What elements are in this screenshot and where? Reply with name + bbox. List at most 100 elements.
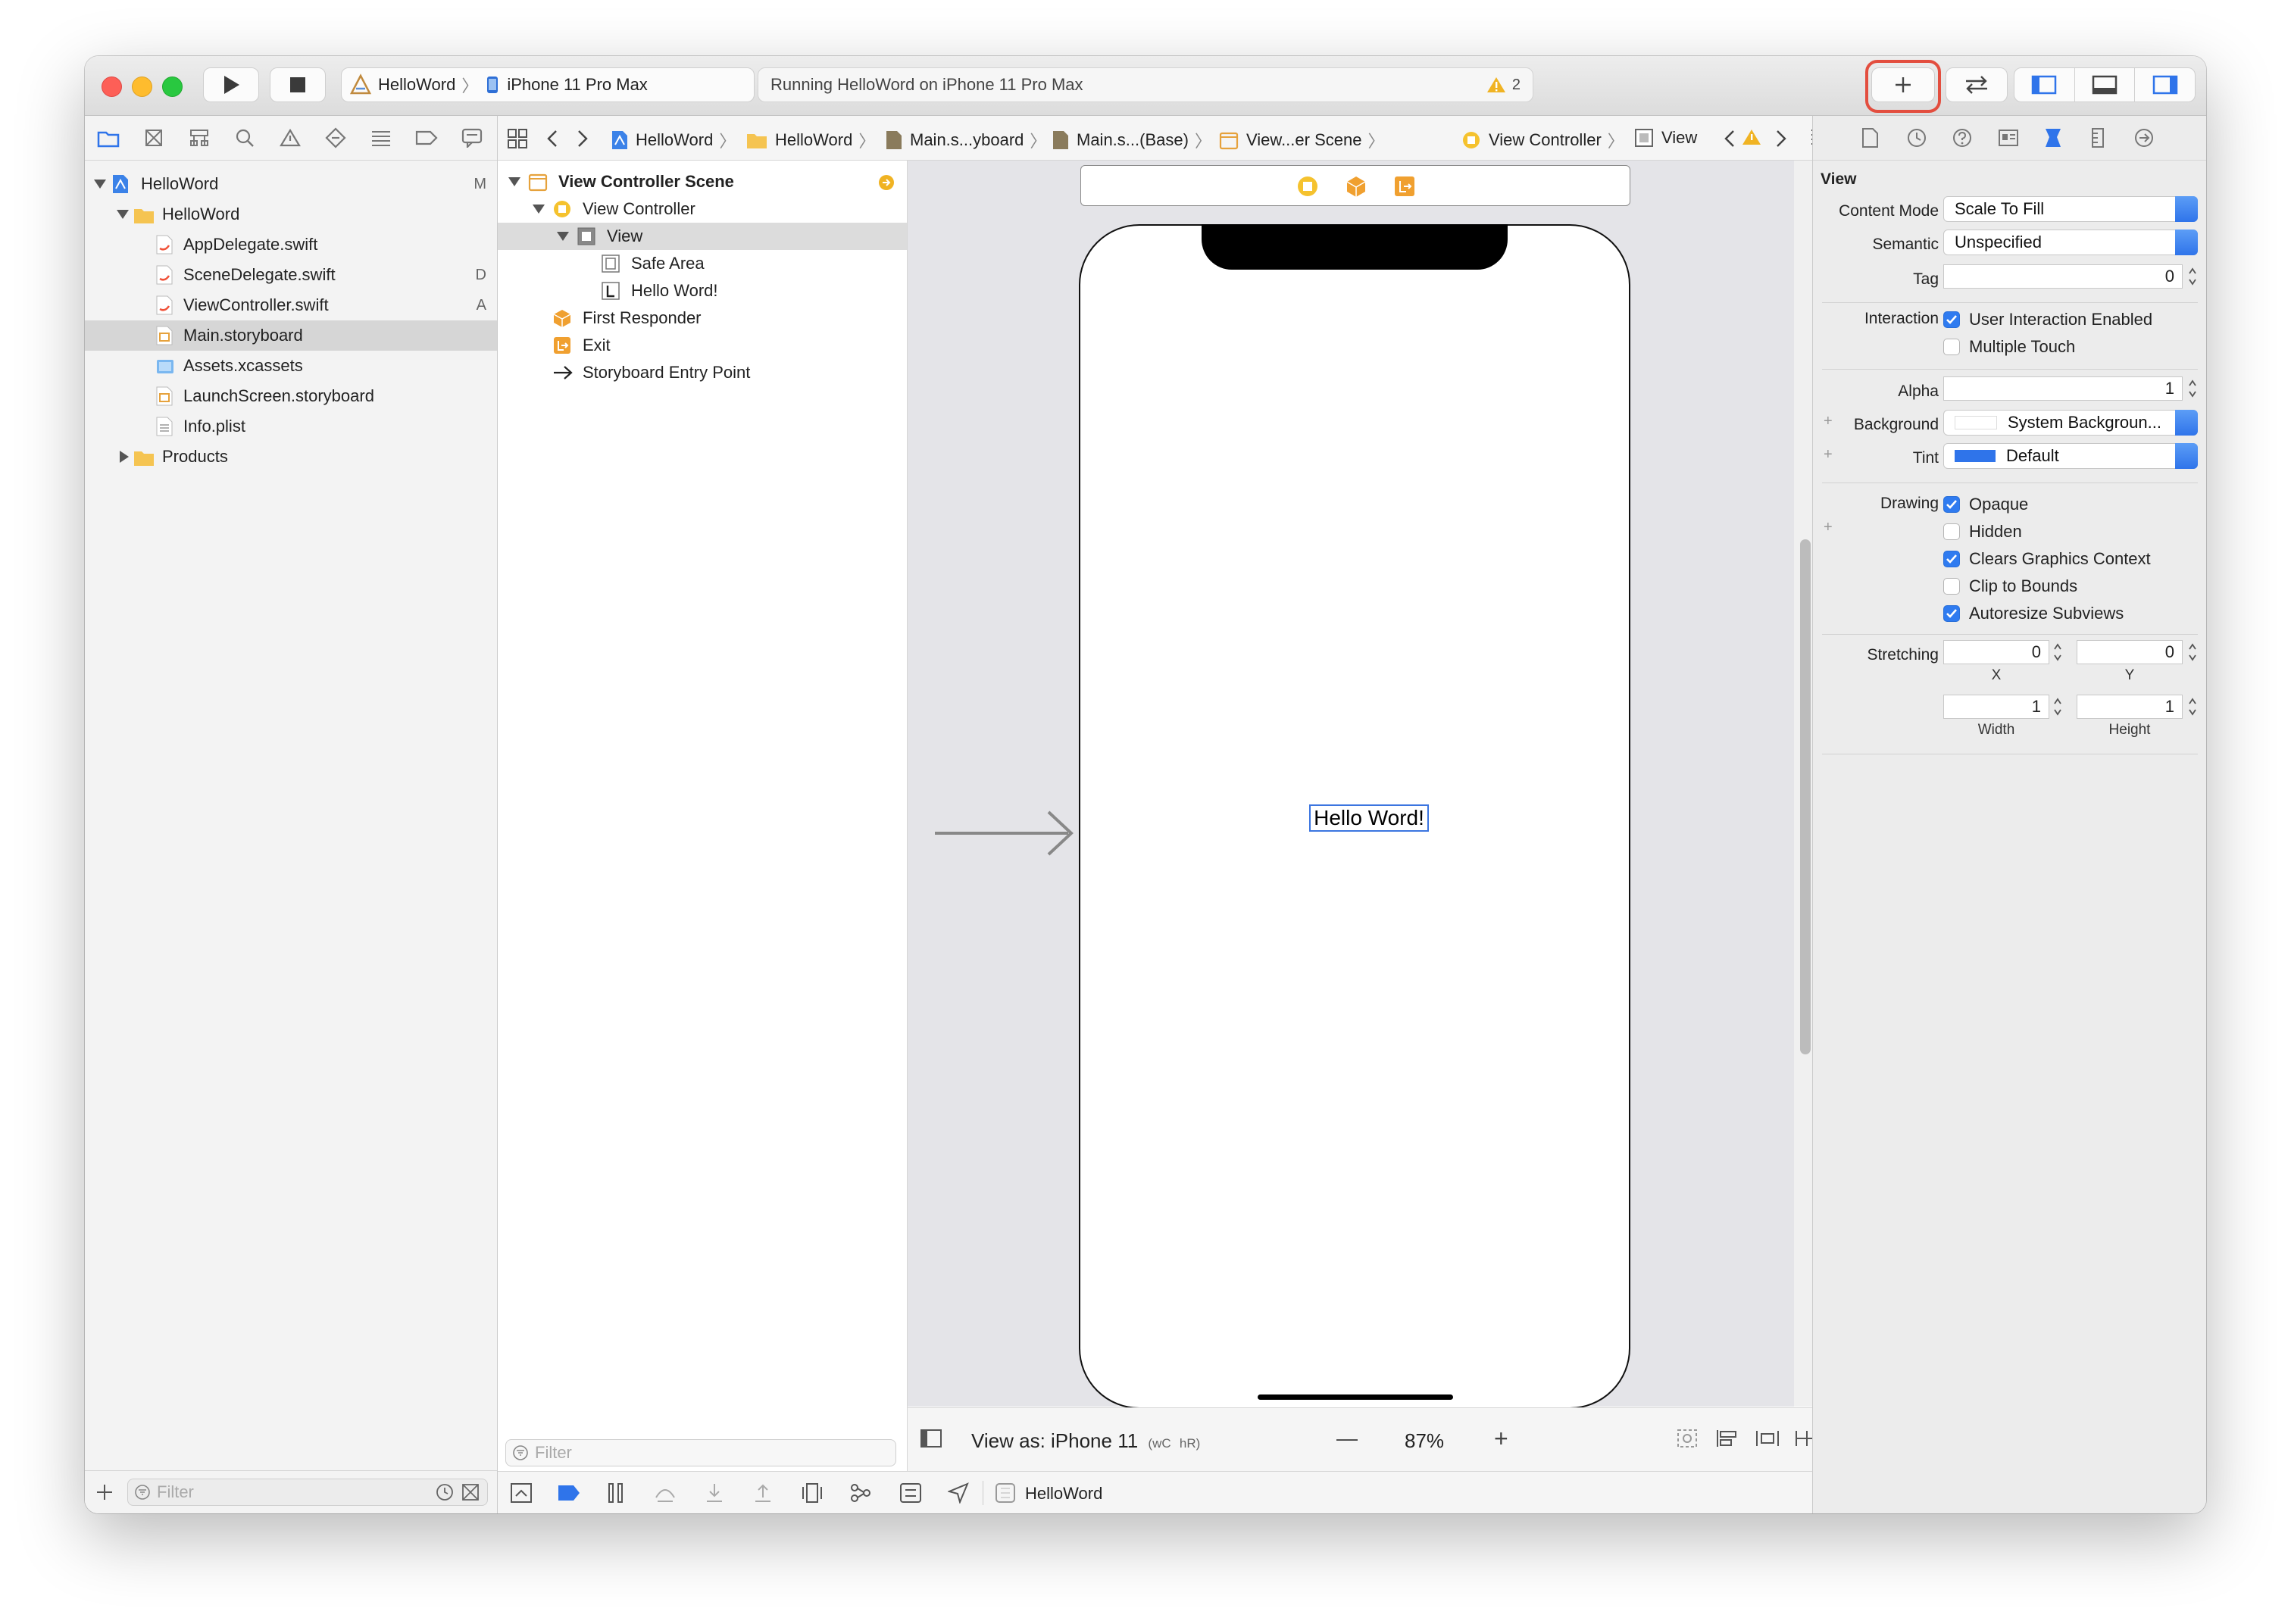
tag-field[interactable]: 0 xyxy=(1943,264,2183,289)
nav-item-appdelegate[interactable]: AppDelegate.swift xyxy=(85,230,497,260)
code-review-button[interactable] xyxy=(1946,67,2008,102)
disclosure-down-icon[interactable] xyxy=(533,205,545,214)
view-controller-dock-icon[interactable] xyxy=(1296,175,1319,198)
chevron-left-icon[interactable] xyxy=(546,130,558,148)
opaque-checkbox[interactable] xyxy=(1943,496,1960,513)
align-constraints-icon[interactable] xyxy=(1755,1428,1780,1449)
stretch-y-field[interactable]: 0 xyxy=(2077,640,2183,664)
find-navigator-tab[interactable] xyxy=(232,125,258,151)
step-over-icon[interactable] xyxy=(654,1482,677,1504)
nav-item-products[interactable]: Products xyxy=(85,442,497,472)
update-frames-icon[interactable] xyxy=(1676,1428,1699,1449)
zoom-in-button[interactable]: + xyxy=(1494,1425,1508,1453)
environment-overrides-icon[interactable] xyxy=(899,1482,922,1504)
storyboard-entry-arrow[interactable] xyxy=(935,809,1076,857)
stretch-width-field[interactable]: 1 xyxy=(1943,695,2049,719)
nav-item-viewcontroller[interactable]: ViewController.swift A xyxy=(85,290,497,320)
size-inspector-icon[interactable] xyxy=(2090,127,2105,148)
clears-graphics-checkbox[interactable] xyxy=(1943,551,1960,567)
outline-item-scene[interactable]: View Controller Scene xyxy=(498,168,907,195)
breadcrumb-scene[interactable]: View...er Scene 〉 xyxy=(1219,128,1384,152)
device-config-button[interactable]: View as: iPhone 11 (wC hR) xyxy=(971,1429,1200,1453)
toggle-inspector-button[interactable] xyxy=(2135,68,2195,102)
recent-files-icon[interactable] xyxy=(436,1483,454,1501)
issue-warning-icon[interactable] xyxy=(1742,128,1761,146)
content-mode-popup[interactable]: Scale To Fill xyxy=(1943,196,2198,222)
source-control-filter-icon[interactable] xyxy=(461,1483,480,1501)
stepper-icon[interactable] xyxy=(2052,640,2063,664)
simulate-location-icon[interactable] xyxy=(948,1482,969,1504)
tag-stepper-icon[interactable] xyxy=(2187,264,2198,289)
breadcrumb-view-controller[interactable]: View Controller 〉 xyxy=(1461,128,1624,152)
related-items-icon[interactable] xyxy=(507,128,528,149)
breadcrumb-group[interactable]: HelloWord 〉 xyxy=(746,128,875,152)
outline-item-safe-area[interactable]: Safe Area xyxy=(498,250,907,277)
nav-item-main-storyboard[interactable]: Main.storyboard xyxy=(85,320,497,351)
disclosure-down-icon[interactable] xyxy=(557,232,569,241)
nav-item-scenedelegate[interactable]: SceneDelegate.swift D xyxy=(85,260,497,290)
report-navigator-tab[interactable] xyxy=(459,125,485,151)
breakpoints-toggle-icon[interactable] xyxy=(557,1484,581,1502)
toggle-navigator-button[interactable] xyxy=(2014,68,2075,102)
hidden-checkbox[interactable] xyxy=(1943,523,1960,540)
project-navigator-tab[interactable] xyxy=(95,125,121,151)
navigator-filter-input[interactable]: Filter xyxy=(127,1479,488,1506)
nav-item-group-helloword[interactable]: HelloWord xyxy=(85,199,497,230)
disclosure-down-icon[interactable] xyxy=(508,177,520,186)
zoom-out-button[interactable]: — xyxy=(1336,1426,1358,1451)
background-color-popup[interactable]: System Backgroun... xyxy=(1943,410,2198,436)
disclosure-right-icon[interactable] xyxy=(120,451,129,463)
multiple-touch-checkbox[interactable] xyxy=(1943,339,1960,355)
nav-item-launchscreen[interactable]: LaunchScreen.storyboard xyxy=(85,381,497,411)
first-responder-dock-icon[interactable] xyxy=(1345,175,1367,198)
symbol-navigator-tab[interactable] xyxy=(186,125,212,151)
vertical-scrollbar[interactable] xyxy=(1800,539,1811,1054)
activity-viewer[interactable]: Running HelloWord on iPhone 11 Pro Max 2 xyxy=(758,67,1533,102)
identity-inspector-icon[interactable] xyxy=(1998,128,2019,148)
stepper-icon[interactable] xyxy=(2187,695,2198,719)
toggle-debug-area-button[interactable] xyxy=(2075,68,2136,102)
nav-item-infoplist[interactable]: Info.plist xyxy=(85,411,497,442)
disclosure-down-icon[interactable] xyxy=(94,180,106,189)
source-control-tab[interactable] xyxy=(141,125,167,151)
outline-item-view-controller[interactable]: View Controller xyxy=(498,195,907,223)
attributes-inspector-icon[interactable] xyxy=(2043,126,2063,149)
next-issue-icon[interactable] xyxy=(1775,130,1787,148)
breadcrumb-localization[interactable]: Main.s...(Base) 〉 xyxy=(1052,128,1211,152)
breadcrumb-project[interactable]: HelloWord 〉 xyxy=(611,128,736,152)
iphone-view-frame[interactable]: Hello Word! xyxy=(1079,224,1630,1409)
pause-icon[interactable] xyxy=(607,1482,625,1504)
stretch-x-field[interactable]: 0 xyxy=(1943,640,2049,664)
breadcrumb-file[interactable]: Main.s...yboard 〉 xyxy=(886,128,1046,152)
add-file-icon[interactable] xyxy=(95,1483,114,1501)
hide-debug-area-icon[interactable] xyxy=(510,1482,533,1504)
test-navigator-tab[interactable] xyxy=(323,125,348,151)
warning-badge[interactable]: 2 xyxy=(1486,76,1521,94)
breadcrumb-view[interactable]: View xyxy=(1634,128,1697,148)
view-debugger-icon[interactable] xyxy=(801,1482,824,1504)
stepper-icon[interactable] xyxy=(2187,640,2198,664)
alpha-field[interactable]: 1 xyxy=(1943,376,2183,401)
outline-item-entry-point[interactable]: Storyboard Entry Point xyxy=(498,359,907,386)
stretch-height-field[interactable]: 1 xyxy=(2077,695,2183,719)
close-window-button[interactable] xyxy=(102,77,122,97)
interface-builder-canvas[interactable]: Hello Word! xyxy=(908,161,1794,1474)
disclosure-down-icon[interactable] xyxy=(117,210,129,219)
alpha-stepper-icon[interactable] xyxy=(2187,376,2198,401)
hello-word-label[interactable]: Hello Word! xyxy=(1309,804,1429,832)
debug-target-label[interactable]: HelloWord xyxy=(1025,1484,1102,1504)
issue-navigator-tab[interactable] xyxy=(277,125,303,151)
outline-item-exit[interactable]: Exit xyxy=(498,332,907,359)
tint-color-popup[interactable]: Default xyxy=(1943,443,2198,469)
stepper-icon[interactable] xyxy=(2052,695,2063,719)
file-inspector-icon[interactable] xyxy=(1861,127,1880,148)
outline-item-first-responder[interactable]: First Responder xyxy=(498,304,907,332)
previous-issue-icon[interactable] xyxy=(1724,130,1736,148)
arrow-circle-icon[interactable] xyxy=(878,174,895,191)
breakpoint-navigator-tab[interactable] xyxy=(414,125,439,151)
step-into-icon[interactable] xyxy=(704,1482,725,1504)
connections-inspector-icon[interactable] xyxy=(2134,128,2154,148)
stop-button[interactable] xyxy=(270,67,326,102)
nav-item-assets[interactable]: Assets.xcassets xyxy=(85,351,497,381)
memory-graph-icon[interactable] xyxy=(849,1482,872,1504)
